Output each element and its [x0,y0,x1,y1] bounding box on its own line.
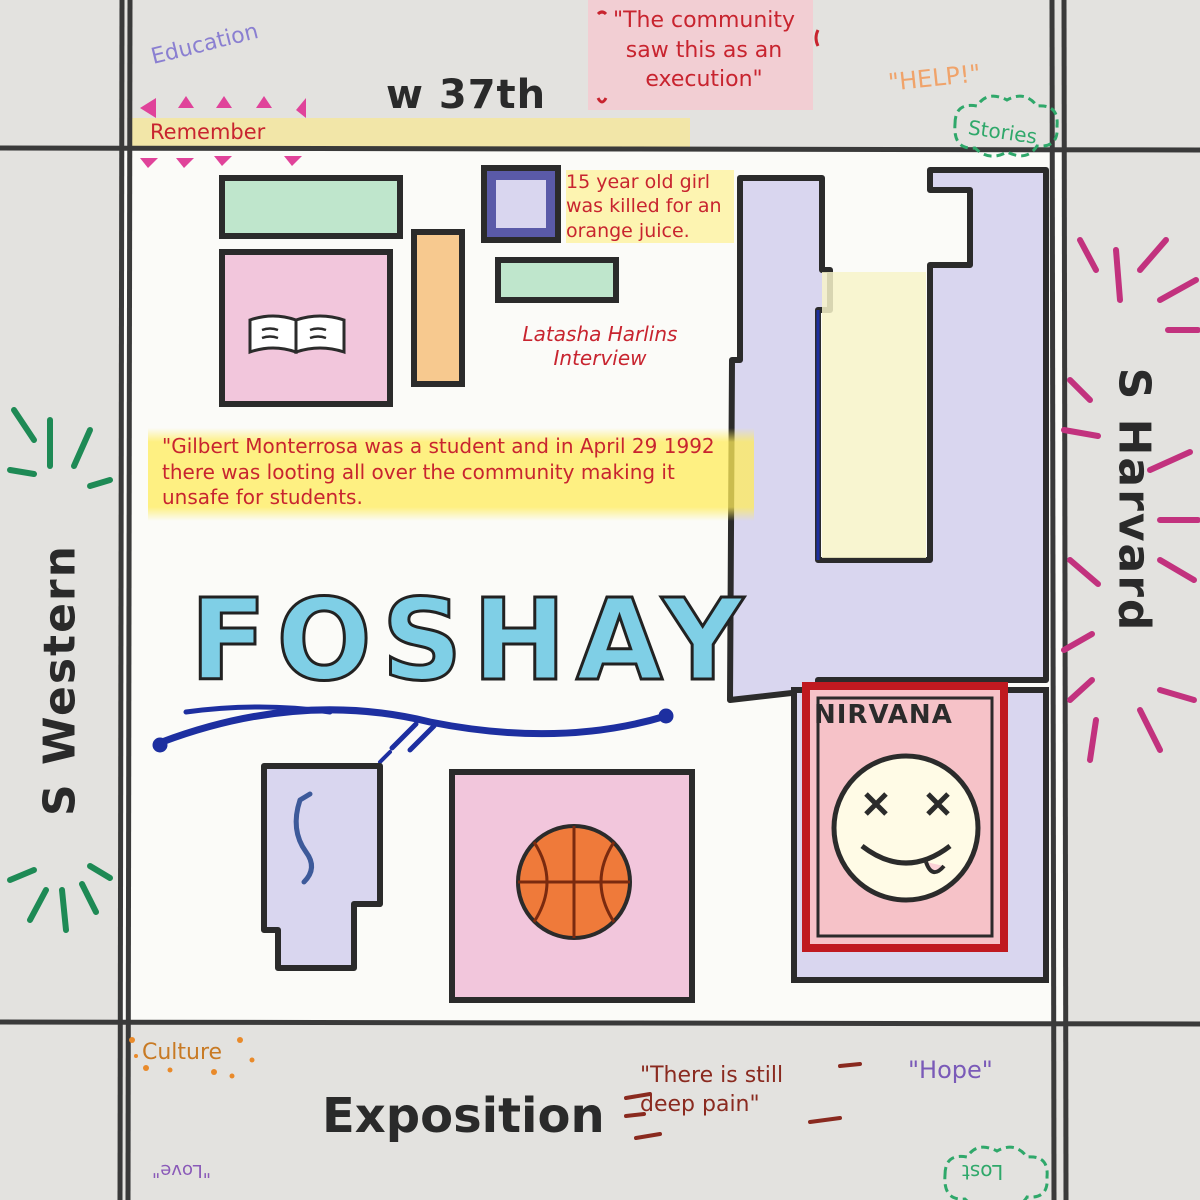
deep-pain-quote: "There is still deep pain" [640,1063,784,1117]
lost-label: Lost [962,1160,1004,1184]
music-building [261,763,383,971]
green-building-top [219,175,403,239]
street-label-east: S Harvard [1108,367,1160,633]
hope-label: "Hope" [908,1056,993,1084]
gilbert-note: "Gilbert Monterrosa was a student and in… [148,428,754,521]
book-icon [248,314,346,355]
courtyard [822,272,926,558]
foshay-underline [152,704,674,764]
street-label-south: Exposition [322,1088,605,1144]
street-label-west: S Western [34,544,86,816]
interview-note: Latasha Harlins Interview [522,322,678,370]
basketball-icon [516,824,632,940]
remember-label: Remember [150,120,266,144]
smiley-face-icon [831,753,981,903]
culture-label: Culture [142,1040,223,1065]
school-name: FOSHAY [188,575,754,708]
love-label: "Love" [152,1160,212,1181]
orange-building [411,229,465,387]
street-label-north: w 37th [386,72,547,118]
latasha-note: 15 year old girl was killed for an orang… [566,170,734,243]
execution-quote: "The community saw this as an execution" [612,8,796,93]
poster-title: NIRVANA [814,700,953,730]
green-building-small [495,257,619,303]
neighborhood-map: w 37th Exposition S Western S Harvard Ed… [0,0,1200,1200]
